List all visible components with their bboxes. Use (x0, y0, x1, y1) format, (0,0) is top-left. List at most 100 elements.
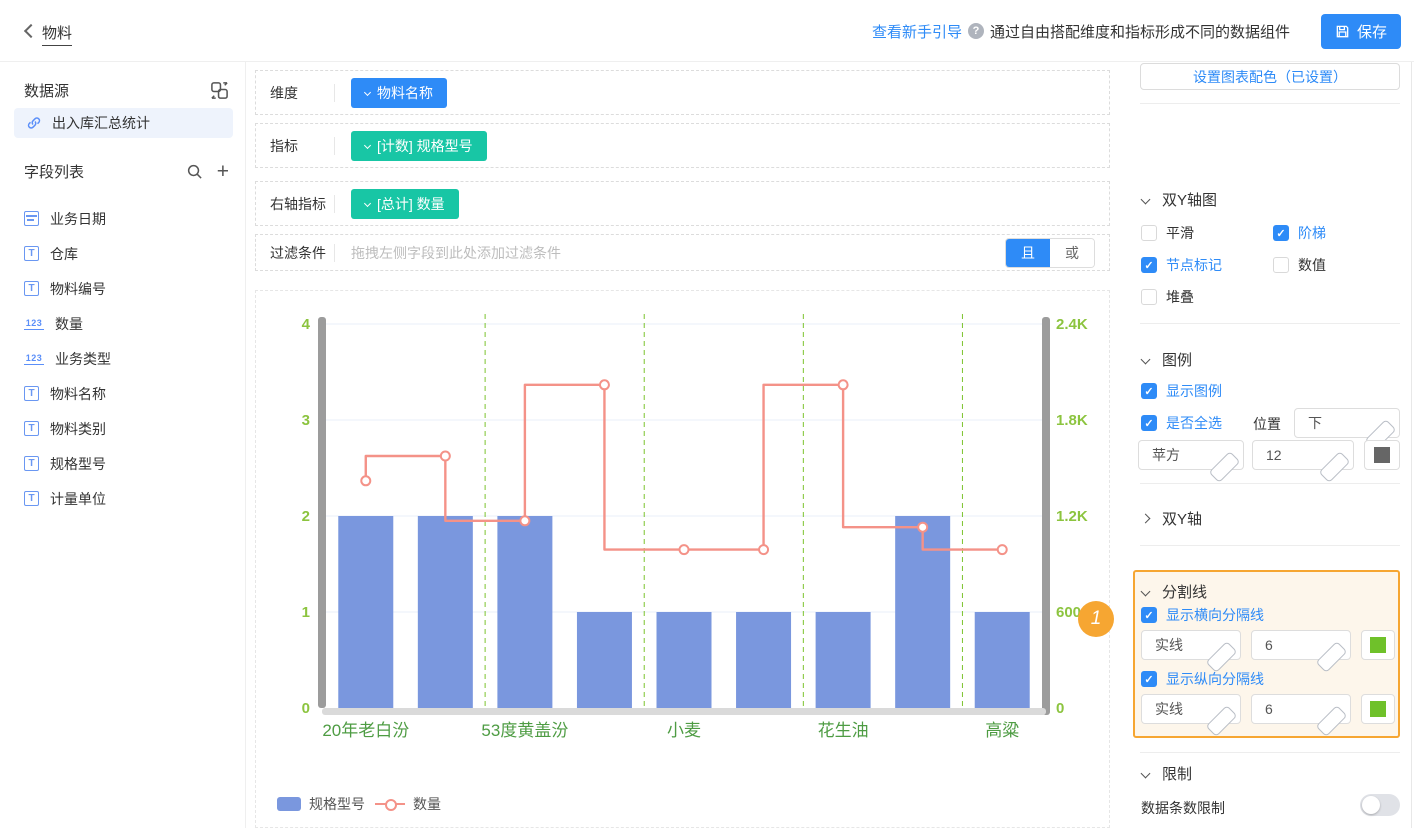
checkbox-label: 显示图例 (1166, 381, 1222, 401)
checkbox-icon[interactable] (1273, 257, 1289, 273)
switch-datasource-icon[interactable] (210, 81, 229, 100)
field-label: 计量单位 (50, 489, 106, 509)
field-item[interactable]: 业务日期 (0, 201, 246, 236)
vertical-split-style-select[interactable]: 实线 (1141, 694, 1241, 724)
field-item[interactable]: T仓库 (0, 236, 246, 271)
select-value: 实线 (1155, 699, 1183, 719)
field-item[interactable]: T规格型号 (0, 446, 246, 481)
checkbox-icon[interactable]: ✓ (1273, 225, 1289, 241)
panel-scrollbar[interactable] (1411, 62, 1412, 828)
chevron-down-icon (1141, 587, 1151, 597)
legend-size-select[interactable]: 12 (1252, 440, 1354, 470)
chart-legend: 规格型号 数量 (277, 794, 441, 814)
divider (1140, 752, 1400, 753)
divider (1140, 103, 1400, 104)
add-field-icon[interactable]: + (217, 164, 229, 180)
checkbox-label: 节点标记 (1166, 255, 1222, 275)
filter-drop-area[interactable]: 拖拽左侧字段到此处添加过滤条件 (351, 243, 561, 263)
search-icon[interactable] (186, 163, 203, 180)
field-item[interactable]: 123业务类型 (0, 341, 246, 376)
legend-font-select[interactable]: 苹方 (1138, 440, 1244, 470)
field-item[interactable]: T物料编号 (0, 271, 246, 306)
horizontal-split-width-select[interactable]: 6 (1251, 630, 1351, 660)
checkbox-stack[interactable]: 堆叠 (1141, 287, 1194, 307)
select-value: 实线 (1155, 635, 1183, 655)
checkbox-icon[interactable] (1141, 225, 1157, 241)
checkbox-value[interactable]: 数值 (1273, 255, 1326, 275)
chevron-down-icon (364, 89, 371, 96)
section-legend[interactable]: 图例 (1142, 349, 1192, 370)
divider (334, 84, 335, 102)
horizontal-split-style-select[interactable]: 实线 (1141, 630, 1241, 660)
save-icon (1335, 24, 1350, 39)
right-metric-tag[interactable]: [总计] 数量 (351, 189, 459, 219)
checkbox-icon[interactable]: ✓ (1141, 671, 1157, 687)
checkbox-horizontal-split[interactable]: ✓ 显示横向分隔线 (1141, 605, 1264, 625)
select-value: 12 (1266, 447, 1282, 463)
metric-row: 指标 [计数] 规格型号 (255, 123, 1110, 168)
and-option[interactable]: 且 (1006, 239, 1050, 267)
chart-canvas[interactable]: 0123406001.2K1.8K2.4K20年老白汾53度黄盖汾小麦花生油高粱 (256, 291, 1109, 761)
svg-text:2: 2 (302, 508, 310, 525)
calendar-icon (24, 211, 39, 226)
number-field-icon: 123 (24, 353, 44, 365)
checkbox-step[interactable]: ✓ 阶梯 (1273, 223, 1326, 243)
svg-text:1.8K: 1.8K (1056, 412, 1088, 429)
vertical-split-width-select[interactable]: 6 (1251, 694, 1351, 724)
section-title: 双Y轴 (1162, 508, 1202, 529)
section-limit[interactable]: 限制 (1142, 763, 1192, 784)
section-dual-y-chart[interactable]: 双Y轴图 (1142, 189, 1217, 210)
chart-color-settings-button[interactable]: 设置图表配色（已设置） (1140, 63, 1400, 90)
right-metric-label: 右轴指标 (270, 194, 330, 214)
section-split-line[interactable]: 分割线 (1142, 581, 1207, 602)
page-title[interactable]: 物料 (42, 22, 72, 46)
checkbox-icon[interactable]: ✓ (1141, 415, 1157, 431)
legend-item-bar[interactable]: 规格型号 (277, 794, 365, 814)
checkbox-select-all[interactable]: ✓ 是否全选 (1141, 413, 1222, 433)
checkbox-node-marker[interactable]: ✓ 节点标记 (1141, 255, 1222, 275)
select-value: 6 (1265, 701, 1273, 717)
back-chevron-icon (24, 24, 38, 38)
section-title: 限制 (1162, 763, 1192, 784)
chevron-down-icon (1209, 451, 1241, 483)
settings-panel: 设置图表配色（已设置） 双Y轴图 平滑 ✓ 阶梯 ✓ 节点标记 数值 堆叠 图例… (1130, 62, 1414, 828)
checkbox-show-legend[interactable]: ✓ 显示图例 (1141, 381, 1222, 401)
legend-position-select[interactable]: 下 (1294, 408, 1400, 438)
section-dual-y-axis[interactable]: 双Y轴 (1142, 508, 1202, 529)
checkbox-icon[interactable] (1141, 289, 1157, 305)
field-label: 仓库 (50, 244, 78, 264)
checkbox-label: 平滑 (1166, 223, 1194, 243)
vertical-split-color-picker[interactable] (1361, 694, 1395, 724)
svg-text:花生油: 花生油 (818, 721, 869, 740)
dimension-label: 维度 (270, 83, 330, 103)
legend-item-line[interactable]: 数量 (375, 794, 441, 814)
limit-row-label: 数据条数限制 (1141, 798, 1225, 818)
field-item[interactable]: T物料类别 (0, 411, 246, 446)
checkbox-icon[interactable]: ✓ (1141, 257, 1157, 273)
legend-color-picker[interactable] (1364, 440, 1400, 470)
checkbox-label: 是否全选 (1166, 413, 1222, 433)
field-label: 业务日期 (50, 209, 106, 229)
guide-link[interactable]: 查看新手引导 (872, 21, 962, 42)
divider (1140, 323, 1400, 324)
link-icon (26, 115, 42, 131)
horizontal-split-color-picker[interactable] (1361, 630, 1395, 660)
field-item[interactable]: T计量单位 (0, 481, 246, 516)
field-list: 业务日期 T仓库 T物料编号 123数量 123业务类型 T物料名称 T物料类别… (0, 201, 246, 516)
field-label: 物料名称 (50, 384, 106, 404)
divider (334, 244, 335, 262)
data-limit-toggle[interactable] (1360, 794, 1400, 816)
field-item[interactable]: T物料名称 (0, 376, 246, 411)
text-field-icon: T (24, 456, 39, 471)
datasource-item[interactable]: 出入库汇总统计 (14, 108, 233, 138)
dimension-tag[interactable]: 物料名称 (351, 78, 447, 108)
checkbox-icon[interactable]: ✓ (1141, 607, 1157, 623)
save-button[interactable]: 保存 (1321, 14, 1401, 49)
checkbox-icon[interactable]: ✓ (1141, 383, 1157, 399)
checkbox-vertical-split[interactable]: ✓ 显示纵向分隔线 (1141, 669, 1264, 689)
field-item[interactable]: 123数量 (0, 306, 246, 341)
checkbox-smooth[interactable]: 平滑 (1141, 223, 1194, 243)
question-circle-icon[interactable]: ? (968, 23, 984, 39)
or-option[interactable]: 或 (1050, 239, 1094, 267)
metric-tag[interactable]: [计数] 规格型号 (351, 131, 487, 161)
